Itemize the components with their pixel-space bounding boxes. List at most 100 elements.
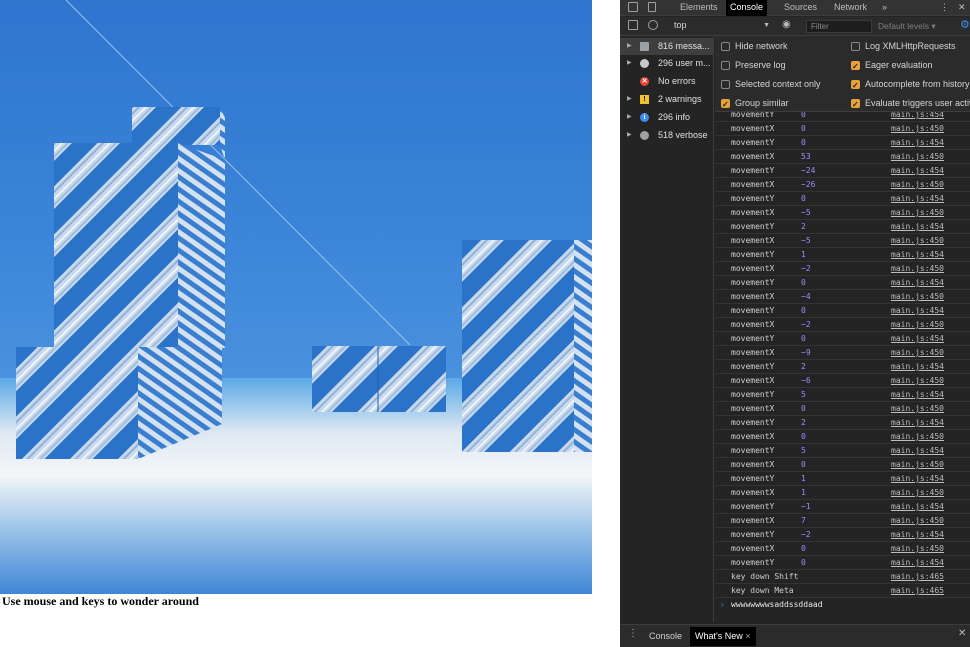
log-source-link[interactable]: main.js:454 [891, 248, 944, 261]
log-source-link[interactable]: main.js:454 [891, 472, 944, 485]
checkbox[interactable] [851, 60, 860, 73]
console-log-row: movementY 5 main.js:454 [715, 388, 970, 402]
log-source-link[interactable]: main.js:465 [891, 584, 944, 597]
gear-icon[interactable]: ⚙ [960, 19, 970, 31]
log-source-link[interactable]: main.js:450 [891, 374, 944, 387]
option-label: Preserve log [735, 60, 786, 70]
webgl-scene-canvas[interactable] [0, 0, 592, 594]
log-source-link[interactable]: main.js:454 [891, 556, 944, 569]
log-source-link[interactable]: main.js:454 [891, 276, 944, 289]
filter-input[interactable] [806, 20, 872, 33]
close-tab-icon[interactable]: × [745, 631, 750, 641]
log-source-link[interactable]: main.js:454 [891, 136, 944, 149]
log-message: movementY [731, 502, 775, 511]
log-source-link[interactable]: main.js:454 [891, 444, 944, 457]
checkbox[interactable] [851, 42, 860, 51]
log-source-link[interactable]: main.js:450 [891, 402, 944, 415]
info-icon: i [640, 113, 649, 122]
tab-network[interactable]: Network [830, 0, 871, 16]
sidebar-item-errors[interactable]: ✕ No errors [620, 73, 714, 90]
log-source-link[interactable]: main.js:454 [891, 500, 944, 513]
drawer-tab-label: What's New [695, 631, 743, 641]
inspect-element-icon[interactable] [628, 2, 638, 12]
eye-icon[interactable]: ◉ [782, 19, 791, 30]
log-source-link[interactable]: main.js:450 [891, 206, 944, 219]
log-source-link[interactable]: main.js:465 [891, 570, 944, 583]
log-source-link[interactable]: main.js:450 [891, 262, 944, 275]
sidebar-item-verbose[interactable]: ▶ 518 verbose [620, 127, 714, 144]
log-source-link[interactable]: main.js:450 [891, 234, 944, 247]
drawer-menu-icon[interactable]: ⋮ [628, 628, 638, 639]
clear-console-icon[interactable] [648, 20, 658, 30]
log-message: movementY [731, 278, 775, 287]
log-source-link[interactable]: main.js:454 [891, 416, 944, 429]
log-source-link[interactable]: main.js:450 [891, 514, 944, 527]
log-source-link[interactable]: main.js:454 [891, 332, 944, 345]
log-source-link[interactable]: main.js:454 [891, 192, 944, 205]
sidebar-item-messages[interactable]: ▶ 816 messa... [620, 38, 714, 55]
console-log-row: movementX −5 main.js:450 [715, 206, 970, 220]
tab-sources[interactable]: Sources [780, 0, 821, 16]
log-source-link[interactable]: main.js:454 [891, 164, 944, 177]
checkbox[interactable] [721, 80, 730, 89]
console-log-list[interactable]: movementY 0 main.js:454 movementX 0 main.js:4… [715, 112, 970, 624]
log-value: 0 [801, 194, 806, 203]
log-source-link[interactable]: main.js:450 [891, 178, 944, 191]
log-value: −2 [801, 530, 811, 539]
log-value: 5 [801, 390, 806, 399]
log-source-link[interactable]: main.js:450 [891, 122, 944, 135]
sidebar-item-user-messages[interactable]: ▶ 296 user m... [620, 55, 714, 72]
log-source-link[interactable]: main.js:450 [891, 542, 944, 555]
log-value: 1 [801, 474, 806, 483]
console-log-row: key down Meta main.js:465 [715, 584, 970, 598]
checkbox[interactable] [721, 98, 730, 111]
chevron-down-icon: ▼ [763, 22, 770, 29]
log-value: 2 [801, 418, 806, 427]
log-value: 0 [801, 558, 806, 567]
checkbox[interactable] [721, 42, 730, 51]
log-source-link[interactable]: main.js:450 [891, 346, 944, 359]
log-source-link[interactable]: main.js:450 [891, 458, 944, 471]
device-toolbar-icon[interactable] [648, 2, 656, 12]
devtools-panel: Elements Console Sources Network » ⋮ ✕ t… [620, 0, 970, 647]
log-levels-select[interactable]: Default levels ▾ [878, 20, 954, 33]
log-source-link[interactable]: main.js:454 [891, 220, 944, 233]
log-source-link[interactable]: main.js:454 [891, 360, 944, 373]
log-value: 1 [801, 250, 806, 259]
kebab-menu-icon[interactable]: ⋮ [936, 0, 953, 16]
log-message: movementY [731, 418, 775, 427]
log-source-link[interactable]: main.js:454 [891, 112, 944, 121]
drawer-tab-console[interactable]: Console [644, 627, 687, 646]
console-settings-pane: Hide network Preserve log Selected conte… [715, 36, 970, 112]
sidebar-item-info[interactable]: ▶ i 296 info [620, 109, 714, 126]
log-source-link[interactable]: main.js:450 [891, 430, 944, 443]
log-source-link[interactable]: main.js:454 [891, 304, 944, 317]
console-log-row: movementX 7 main.js:450 [715, 514, 970, 528]
context-select[interactable]: top ▼ [670, 19, 774, 33]
log-source-link[interactable]: main.js:450 [891, 486, 944, 499]
log-value: 1 [801, 488, 806, 497]
close-drawer-icon[interactable]: ✕ [958, 628, 966, 639]
scene-render [0, 0, 592, 594]
log-source-link[interactable]: main.js:454 [891, 528, 944, 541]
tab-elements[interactable]: Elements [676, 0, 722, 16]
console-log-row: movementX −5 main.js:450 [715, 234, 970, 248]
log-source-link[interactable]: main.js:450 [891, 290, 944, 303]
drawer-tab-whats-new[interactable]: What's New × [690, 627, 756, 646]
log-source-link[interactable]: main.js:454 [891, 388, 944, 401]
log-message: movementY [731, 306, 775, 315]
checkbox[interactable] [851, 98, 860, 111]
checkbox[interactable] [721, 61, 730, 70]
sidebar-toggle-icon[interactable] [628, 20, 638, 30]
log-source-link[interactable]: main.js:450 [891, 150, 944, 163]
option-label: Evaluate triggers user activ [865, 98, 970, 108]
sidebar-item-warnings[interactable]: ▶ ! 2 warnings [620, 91, 714, 108]
log-source-link[interactable]: main.js:450 [891, 318, 944, 331]
prompt-input-text[interactable]: wwwwwwwwsaddssddaad [731, 598, 823, 611]
tab-console[interactable]: Console [726, 0, 768, 16]
console-prompt[interactable]: › wwwwwwwwsaddssddaad [715, 598, 970, 612]
log-value: −5 [801, 208, 811, 217]
more-tabs-button[interactable]: » [878, 0, 891, 16]
checkbox[interactable] [851, 79, 860, 92]
close-devtools-icon[interactable]: ✕ [954, 0, 970, 16]
